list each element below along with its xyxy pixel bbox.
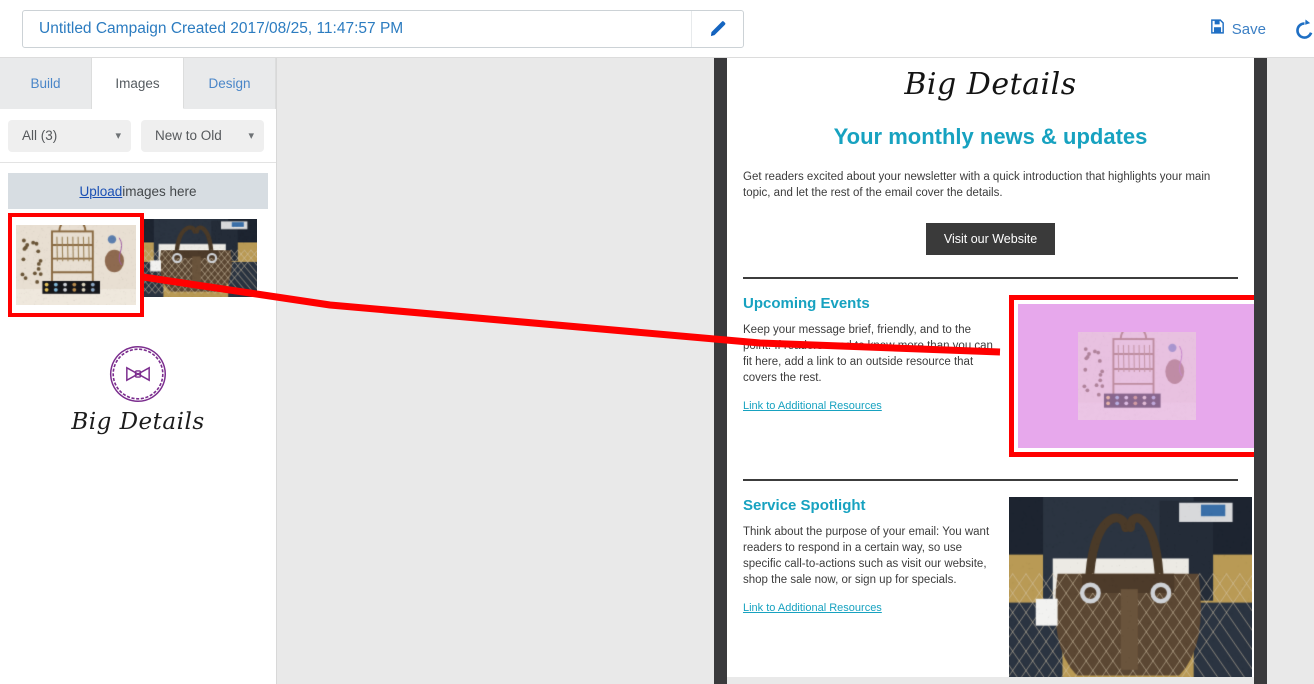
email-brand-wordmark: Big Details xyxy=(904,66,1077,102)
image-sort-select[interactable]: New to Old ▾ xyxy=(141,119,264,152)
pencil-icon[interactable] xyxy=(691,11,743,47)
drop-target-highlight xyxy=(1018,304,1254,449)
save-button[interactable]: Save xyxy=(1209,16,1266,42)
image-thumbnail-jewelry-rack[interactable] xyxy=(16,225,136,305)
upload-link[interactable]: Upload xyxy=(79,184,122,199)
images-sidebar: Build Images Design All (3) ▾ New to Old… xyxy=(0,58,277,684)
tab-design[interactable]: Design xyxy=(184,58,276,109)
section-heading-service-spotlight[interactable]: Service Spotlight xyxy=(743,497,995,514)
email-headline[interactable]: Your monthly news & updates xyxy=(743,124,1238,150)
tab-images[interactable]: Images xyxy=(92,58,184,109)
undo-arrow-icon[interactable] xyxy=(1290,14,1314,44)
image-drop-target-upcoming-events[interactable] xyxy=(1009,295,1254,458)
image-thumbnail-handbag[interactable] xyxy=(137,219,257,297)
image-filter-bar: All (3) ▾ New to Old ▾ xyxy=(0,109,276,163)
section-body-upcoming-events[interactable]: Keep your message brief, friendly, and t… xyxy=(743,323,995,386)
image-thumbnail-jewelry-rack-selected[interactable] xyxy=(8,213,144,317)
campaign-title-text[interactable]: Untitled Campaign Created 2017/08/25, 11… xyxy=(23,20,691,38)
image-sort-select-value: New to Old xyxy=(155,128,222,143)
chevron-down-icon: ▾ xyxy=(115,130,121,142)
image-type-select[interactable]: All (3) ▾ xyxy=(8,119,131,152)
big-details-logo-wordmark: Big Details xyxy=(71,409,205,435)
image-type-select-value: All (3) xyxy=(22,128,58,143)
section-link-upcoming-events[interactable]: Link to Additional Resources xyxy=(743,400,882,412)
section-divider xyxy=(743,479,1238,482)
bow-tie-badge-icon xyxy=(109,345,166,403)
campaign-title-field[interactable]: Untitled Campaign Created 2017/08/25, 11… xyxy=(22,10,744,48)
image-thumbnail-grid xyxy=(0,213,276,317)
sidebar-tabs: Build Images Design xyxy=(0,58,276,109)
email-brand-header: Big Details xyxy=(743,58,1238,110)
preview-left-rail xyxy=(714,58,727,684)
section-heading-upcoming-events[interactable]: Upcoming Events xyxy=(743,295,995,312)
chevron-down-icon: ▾ xyxy=(248,130,254,142)
campaign-editor-window: Untitled Campaign Created 2017/08/25, 11… xyxy=(0,0,1314,684)
upload-hint-text: images here xyxy=(122,183,197,199)
section-divider xyxy=(743,277,1238,280)
section-image-handbag[interactable] xyxy=(1009,497,1252,677)
save-button-label: Save xyxy=(1231,20,1266,38)
section-link-service-spotlight[interactable]: Link to Additional Resources xyxy=(743,602,882,614)
editor-canvas: Big Details Your monthly news & updates … xyxy=(277,58,1314,684)
dragged-image-ghost xyxy=(1078,332,1196,421)
section-body-service-spotlight[interactable]: Think about the purpose of your email: Y… xyxy=(743,525,995,588)
email-section-upcoming-events: Upcoming Events Keep your message brief,… xyxy=(743,295,1254,458)
email-section-service-spotlight: Service Spotlight Think about the purpos… xyxy=(743,497,1252,677)
email-intro-paragraph[interactable]: Get readers excited about your newslette… xyxy=(743,170,1238,201)
top-toolbar: Untitled Campaign Created 2017/08/25, 11… xyxy=(0,0,1314,58)
tab-build[interactable]: Build xyxy=(0,58,92,109)
preview-right-rail xyxy=(1254,58,1267,684)
visit-our-website-button[interactable]: Visit our Website xyxy=(925,223,1056,256)
floppy-disk-save-icon xyxy=(1209,18,1226,40)
email-preview: Big Details Your monthly news & updates … xyxy=(727,58,1254,677)
upload-dropzone[interactable]: Upload images here xyxy=(8,173,268,209)
image-thumbnail-big-details-logo[interactable]: Big Details xyxy=(63,335,213,443)
